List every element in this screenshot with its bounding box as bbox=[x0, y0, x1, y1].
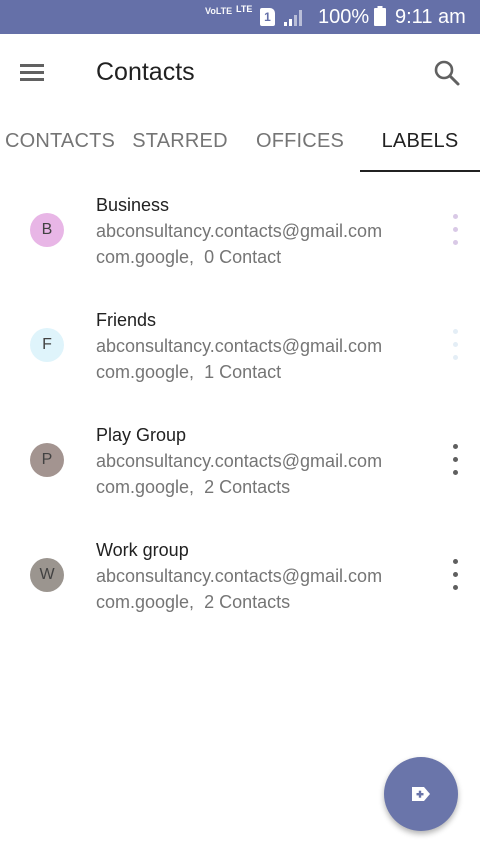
add-label-button[interactable] bbox=[384, 757, 458, 831]
label-account: abconsultancy.contacts@gmail.com bbox=[96, 221, 383, 241]
tab-bar: CONTACTS STARRED OFFICES LABELS bbox=[0, 110, 480, 172]
avatar: B bbox=[30, 213, 64, 247]
avatar: W bbox=[30, 558, 64, 592]
tab-offices[interactable]: OFFICES bbox=[240, 110, 360, 172]
avatar: P bbox=[30, 443, 64, 477]
label-meta: com.google, 0 Contact bbox=[96, 246, 281, 268]
label-source: com.google, bbox=[96, 362, 195, 382]
volte-indicator: VoLTE bbox=[205, 6, 233, 16]
page-title: Contacts bbox=[96, 58, 195, 86]
label-name: Friends bbox=[96, 310, 157, 330]
tab-contacts[interactable]: CONTACTS bbox=[0, 110, 120, 172]
label-source: com.google, bbox=[96, 477, 195, 497]
lte-indicator: LTE bbox=[236, 4, 253, 14]
battery-icon bbox=[374, 6, 386, 26]
app-bar: Contacts bbox=[0, 34, 480, 110]
more-options-icon[interactable] bbox=[440, 555, 472, 595]
label-account: abconsultancy.contacts@gmail.com bbox=[96, 336, 383, 356]
label-count: 2 Contacts bbox=[204, 477, 291, 497]
status-bar: VoLTE LTE 1 100% 9:11 am bbox=[0, 0, 480, 34]
label-meta: com.google, 2 Contacts bbox=[96, 591, 290, 613]
battery-percent: 100% bbox=[318, 6, 370, 28]
more-options-icon[interactable] bbox=[440, 210, 472, 250]
label-meta: com.google, 1 Contact bbox=[96, 361, 281, 383]
label-item-business[interactable]: B Business abconsultancy.contacts@gmail.… bbox=[0, 180, 480, 295]
avatar: F bbox=[30, 328, 64, 362]
label-account: abconsultancy.contacts@gmail.com bbox=[96, 566, 383, 586]
tab-starred[interactable]: STARRED bbox=[120, 110, 240, 172]
clock: 9:11 am bbox=[395, 6, 466, 28]
label-name: Work group bbox=[96, 540, 189, 560]
menu-icon[interactable] bbox=[18, 60, 46, 84]
more-options-icon[interactable] bbox=[440, 325, 472, 365]
sim-slot-icon: 1 bbox=[260, 8, 275, 26]
label-source: com.google, bbox=[96, 247, 195, 267]
signal-icon bbox=[284, 10, 302, 26]
label-item-work-group[interactable]: W Work group abconsultancy.contacts@gmai… bbox=[0, 525, 480, 640]
label-item-play-group[interactable]: P Play Group abconsultancy.contacts@gmai… bbox=[0, 410, 480, 525]
search-icon[interactable] bbox=[432, 58, 462, 88]
label-account: abconsultancy.contacts@gmail.com bbox=[96, 451, 383, 471]
add-label-icon bbox=[412, 787, 430, 801]
label-name: Business bbox=[96, 195, 170, 215]
tab-indicator bbox=[360, 170, 480, 172]
label-count: 2 Contacts bbox=[204, 592, 291, 612]
label-source: com.google, bbox=[96, 592, 195, 612]
label-item-friends[interactable]: F Friends abconsultancy.contacts@gmail.c… bbox=[0, 295, 480, 410]
label-name: Play Group bbox=[96, 425, 187, 445]
tab-labels[interactable]: LABELS bbox=[360, 110, 480, 172]
label-count: 1 Contact bbox=[204, 362, 282, 382]
label-count: 0 Contact bbox=[204, 247, 282, 267]
label-meta: com.google, 2 Contacts bbox=[96, 476, 290, 498]
more-options-icon[interactable] bbox=[440, 440, 472, 480]
